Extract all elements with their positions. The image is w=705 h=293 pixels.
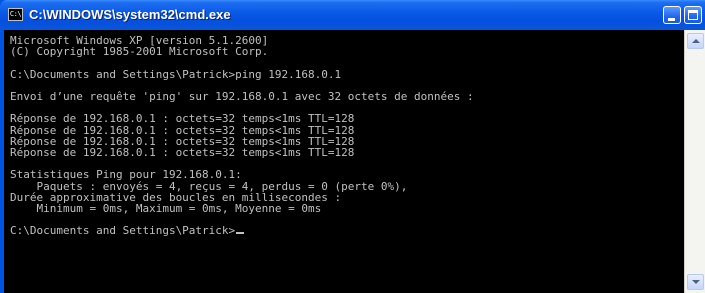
vertical-scrollbar[interactable]: [684, 30, 705, 293]
minimize-icon: [668, 18, 675, 21]
scroll-up-arrow-icon[interactable]: [687, 33, 704, 49]
console-line: (C) Copyright 1985-2001 Microsoft Corp.: [10, 45, 269, 59]
cmd-window: C:\ C:\WINDOWS\system32\cmd.exe Microsof…: [0, 0, 705, 293]
console-output[interactable]: Microsoft Windows XP [version 5.1.2600] …: [4, 30, 684, 293]
console-line: Envoi d’une requête 'ping' sur 192.168.0…: [10, 90, 474, 104]
scroll-down-arrow-icon[interactable]: [687, 274, 704, 290]
maximize-button[interactable]: [684, 6, 702, 24]
maximize-icon: [688, 10, 698, 20]
minimize-button[interactable]: [663, 6, 681, 24]
console-line: Minimum = 0ms, Maximum = 0ms, Moyenne = …: [10, 202, 322, 216]
console-line: Réponse de 192.168.0.1 : octets=32 temps…: [10, 146, 355, 160]
console-text: Microsoft Windows XP [version 5.1.2600] …: [10, 35, 474, 237]
title-bar[interactable]: C:\ C:\WINDOWS\system32\cmd.exe: [0, 0, 705, 30]
window-title: C:\WINDOWS\system32\cmd.exe: [29, 7, 231, 22]
console-line: C:\Documents and Settings\Patrick>ping 1…: [10, 67, 342, 81]
command-prompt[interactable]: C:\Documents and Settings\Patrick>: [10, 224, 235, 237]
cmd-icon[interactable]: C:\: [8, 8, 23, 21]
text-cursor: [236, 232, 245, 235]
